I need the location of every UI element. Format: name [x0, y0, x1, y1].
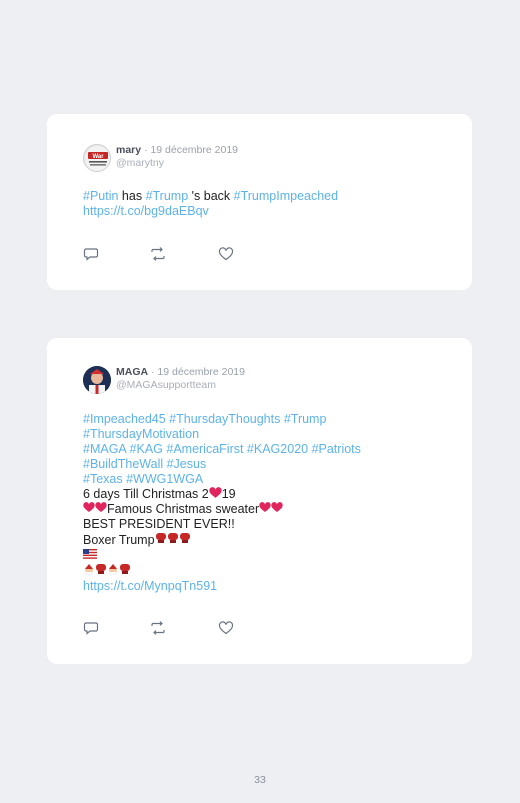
heart-emoji: [95, 502, 107, 512]
boxing-glove-emoji: [167, 533, 178, 543]
tweet-header: MAGA · 19 décembre 2019 @MAGAsupportteam: [116, 366, 245, 391]
tweet-link[interactable]: https://t.co/bg9daEBqv: [83, 204, 442, 219]
tweet-date: · 19 décembre 2019: [141, 144, 239, 156]
hashtag[interactable]: #Trump: [146, 189, 189, 203]
text-segment: 19: [221, 487, 236, 501]
tweet-header: mary · 19 décembre 2019 @marytny: [116, 144, 238, 169]
text-line: 6 days Till Christmas 2 19: [83, 487, 442, 502]
tweet-date: · 19 décembre 2019: [148, 366, 245, 378]
text-line: BEST PRESIDENT EVER!!: [83, 517, 235, 531]
tweet-text-segment: 's back: [188, 189, 234, 203]
author-name[interactable]: mary: [116, 144, 141, 156]
reply-icon[interactable]: [83, 620, 99, 636]
santa-emoji: [84, 564, 94, 575]
tweet-card: MAGA · 19 décembre 2019 @MAGAsupportteam…: [47, 338, 472, 664]
heart-emoji: [271, 502, 283, 512]
text-line: Boxer Trump: [83, 532, 442, 548]
tweet-text: #Impeached45 #ThursdayThoughts #Trump #T…: [83, 412, 442, 594]
avatar-image: [83, 366, 111, 394]
page-number: 33: [254, 774, 266, 786]
boxing-glove-emoji: [96, 564, 106, 574]
boxing-glove-emoji: [155, 533, 166, 543]
author-name[interactable]: MAGA: [116, 366, 148, 378]
santa-emoji: [108, 564, 118, 575]
emoji-line: [83, 548, 442, 563]
author-handle[interactable]: @MAGAsupportteam: [116, 379, 245, 391]
avatar[interactable]: War: [83, 144, 111, 172]
hashtags-line[interactable]: #ThursdayMotivation: [83, 427, 442, 442]
hashtags-line[interactable]: #Texas #WWG1WGA: [83, 472, 442, 487]
heart-emoji: [83, 502, 95, 512]
boxing-glove-emoji: [179, 533, 190, 543]
avatar-text: War: [92, 154, 104, 160]
heart-emoji: [259, 502, 271, 512]
boxing-glove-emoji: [120, 564, 130, 574]
tweet-card: War mary · 19 décembre 2019 @marytny #Pu…: [47, 114, 472, 290]
hashtag[interactable]: #TrumpImpeached: [234, 189, 338, 203]
hashtags-line[interactable]: #Impeached45 #ThursdayThoughts #Trump: [83, 412, 442, 427]
text-segment: 6 days Till Christmas 2: [83, 487, 209, 501]
like-icon[interactable]: [218, 620, 234, 636]
us-flag-emoji: [83, 549, 97, 559]
hashtags-line[interactable]: #BuildTheWall #Jesus: [83, 457, 442, 472]
hashtags-line[interactable]: #MAGA #KAG #AmericaFirst #KAG2020 #Patri…: [83, 442, 442, 457]
avatar-image: War: [85, 146, 110, 171]
text-segment: Boxer Trump: [83, 533, 155, 547]
author-handle[interactable]: @marytny: [116, 157, 238, 169]
text-segment: Famous Christmas sweater: [107, 502, 260, 516]
retweet-icon[interactable]: [150, 246, 166, 262]
tweet-text-segment: has: [118, 189, 146, 203]
text-line: Famous Christmas sweater: [83, 502, 442, 517]
reply-icon[interactable]: [83, 246, 99, 262]
hashtag[interactable]: #Putin: [83, 189, 118, 203]
emoji-line: [83, 563, 442, 579]
tweet-link[interactable]: https://t.co/MynpqTn591: [83, 579, 442, 594]
tweet-text: #Putin has #Trump 's back #TrumpImpeache…: [83, 189, 442, 219]
like-icon[interactable]: [218, 246, 234, 262]
retweet-icon[interactable]: [150, 620, 166, 636]
heart-emoji: [209, 487, 222, 498]
avatar[interactable]: [83, 366, 111, 394]
